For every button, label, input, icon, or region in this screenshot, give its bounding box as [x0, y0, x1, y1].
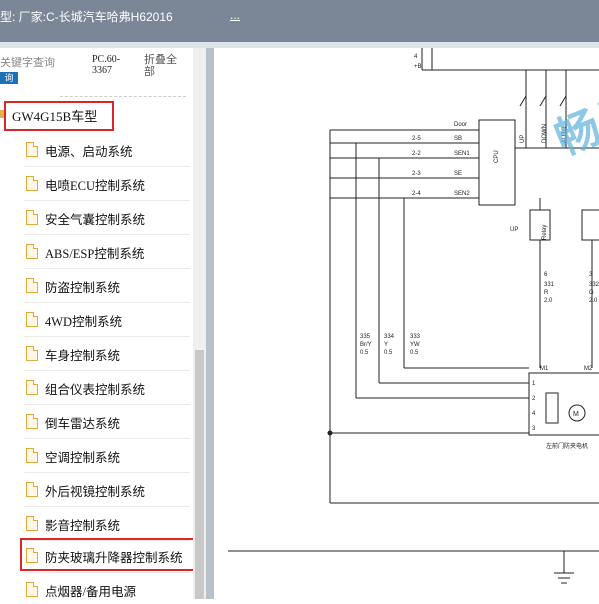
tree-item-label: 空调控制系统 [45, 451, 121, 465]
tree-item-power[interactable]: 电源、启动系统 [0, 133, 190, 167]
wire-pin: 6 [544, 272, 548, 278]
signal-label: SB [454, 136, 462, 142]
wire-color: R [544, 290, 549, 296]
document-icon [26, 176, 38, 191]
tree-item-ecu[interactable]: 电喷ECU控制系统 [0, 167, 190, 201]
tree-item-label: 电喷ECU控制系统 [45, 179, 146, 193]
model-label: GW4G15B车型 [12, 109, 98, 124]
tree-item-audio[interactable]: 影音控制系统 [0, 507, 190, 541]
wire-color: YW [410, 342, 420, 348]
search-button[interactable]: 询 [0, 72, 18, 84]
signal-label: Door [454, 122, 467, 128]
tree-item-label: 点烟器/备用电源 [45, 585, 136, 599]
motor-pin: 1 [532, 381, 536, 387]
document-icon [26, 448, 38, 463]
wire-number: 335 [360, 334, 371, 340]
pane-splitter[interactable] [206, 48, 214, 599]
tree-node-model[interactable]: GW4G15B车型 [0, 101, 190, 131]
signal-label: SEN1 [454, 151, 470, 157]
switch-label: DOWN [542, 124, 548, 143]
wire-size: 2.0 [589, 298, 598, 304]
tree-item-mirror[interactable]: 外后视镜控制系统 [0, 473, 190, 507]
document-icon [26, 582, 38, 597]
motor-label: M1 [540, 366, 549, 372]
tree-item-label: 电源、启动系统 [45, 145, 133, 159]
wire-number: 331 [544, 282, 555, 288]
document-icon [26, 482, 38, 497]
motor-label: M2 [584, 366, 593, 372]
window-title: 型: 厂家:C-长城汽车哈弗H62016 [0, 10, 173, 24]
tree-item-label: 安全气囊控制系统 [45, 213, 146, 227]
cpu-label: CPU [494, 150, 500, 163]
document-icon [26, 142, 38, 157]
wire-color: G [589, 290, 594, 296]
sidebar-tree: 关键字查询 询 PC.60-3367 折叠全部 GW4G15B车型 电源、启动系… [0, 48, 206, 599]
wiring-diagram: 4 +B UP DOWN AUTO CPU Door SB SEN1 SE SE… [214, 48, 599, 599]
tree-item-label: 外后视镜控制系统 [45, 485, 146, 499]
pin-label: 2-4 [412, 191, 421, 197]
wire-number: 332 [589, 282, 599, 288]
document-icon [26, 210, 38, 225]
tree-item-antitheft[interactable]: 防盗控制系统 [0, 269, 190, 303]
pin-label: +B [414, 64, 422, 70]
wire-size: 0.5 [410, 350, 419, 356]
tree-item-lighter[interactable]: 点烟器/备用电源 [0, 573, 190, 599]
divider [60, 96, 186, 97]
tree-item-label: 车身控制系统 [45, 349, 121, 363]
signal-label: SE [454, 171, 462, 177]
diagram-svg: 4 +B UP DOWN AUTO CPU Door SB SEN1 SE SE… [228, 48, 599, 584]
switch-label: UP [520, 135, 526, 143]
wire-color: Br/Y [360, 342, 372, 348]
collapse-all-button[interactable]: 折叠全部 [144, 54, 184, 78]
search-input[interactable]: 关键字查询 [0, 54, 55, 70]
tree-item-4wd[interactable]: 4WD控制系统 [0, 303, 190, 337]
tree-item-label: 4WD控制系统 [45, 315, 123, 329]
title-bar: 型: 厂家:C-长城汽车哈弗H62016 ... [0, 0, 599, 42]
wire-color: Y [384, 342, 388, 348]
pin-label: 2-2 [412, 151, 421, 157]
wire-size: 0.5 [384, 350, 393, 356]
tree-item-label: 倒车雷达系统 [45, 417, 121, 431]
wire-size: 2.0 [544, 298, 553, 304]
tree-item-body[interactable]: 车身控制系统 [0, 337, 190, 371]
tree-item-label: 防盗控制系统 [45, 281, 121, 295]
document-icon [26, 244, 38, 259]
wire-number: 334 [384, 334, 395, 340]
tree-item-ac[interactable]: 空调控制系统 [0, 439, 190, 473]
wire-size: 0.5 [360, 350, 369, 356]
tree-item-label: 组合仪表控制系统 [45, 383, 146, 397]
motor-caption: 左前门防夹电机 [546, 442, 588, 450]
document-icon [26, 312, 38, 327]
title-link[interactable]: ... [230, 8, 240, 22]
pin-label: 2-5 [412, 136, 421, 142]
tree-item-radar[interactable]: 倒车雷达系统 [0, 405, 190, 439]
doc-code: PC.60-3367 [92, 54, 121, 76]
document-icon [26, 380, 38, 395]
document-icon [26, 346, 38, 361]
motor-pin: 2 [532, 396, 536, 402]
scrollbar-thumb[interactable] [195, 350, 204, 599]
svg-text:M: M [573, 411, 579, 418]
relay-label: UP [510, 227, 518, 233]
tree-item-label: 影音控制系统 [45, 519, 121, 533]
signal-label: SEN2 [454, 191, 470, 197]
document-icon [26, 414, 38, 429]
selected-highlight [20, 538, 203, 571]
relay-label: Relay [542, 225, 548, 240]
motor-pin: 3 [532, 426, 536, 432]
pin-label: 4 [414, 54, 418, 60]
tree-item-label: ABS/ESP控制系统 [45, 247, 145, 261]
tree-item-airbag[interactable]: 安全气囊控制系统 [0, 201, 190, 235]
document-icon [26, 516, 38, 531]
tree-item-abs[interactable]: ABS/ESP控制系统 [0, 235, 190, 269]
wire-number: 333 [410, 334, 421, 340]
motor-pin: 4 [532, 411, 536, 417]
pin-label: 2-3 [412, 171, 421, 177]
tree-item-cluster[interactable]: 组合仪表控制系统 [0, 371, 190, 405]
document-icon [26, 278, 38, 293]
